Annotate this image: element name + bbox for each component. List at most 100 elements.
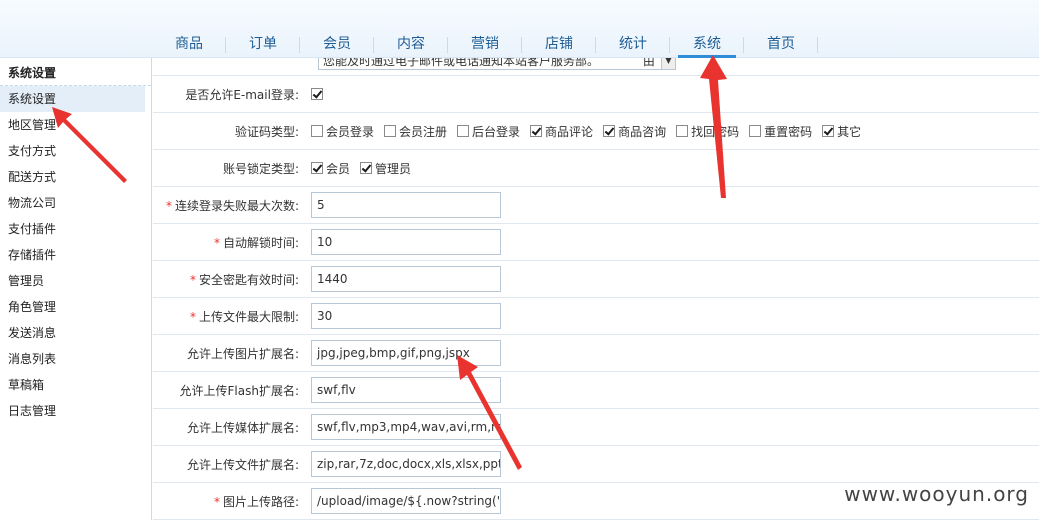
field-label-text: 允许上传媒体扩展名:: [186, 420, 299, 435]
tab-2[interactable]: 会员: [300, 30, 374, 58]
sidebar-item-4[interactable]: 物流公司: [0, 190, 151, 216]
tab-7[interactable]: 系统: [670, 30, 744, 58]
email-login-checkbox[interactable]: [311, 88, 323, 100]
tab-separator: [817, 37, 818, 53]
checkbox[interactable]: [603, 125, 616, 137]
sidebar-item-1[interactable]: 地区管理: [0, 112, 151, 138]
sidebar: 系统设置 系统设置 地区管理 支付方式 配送方式 物流公司 支付插件 存储插件 管理员 角色管理…: [0, 58, 152, 520]
form-row-input: * 自动解锁时间: 10: [153, 224, 1039, 261]
field-label: 允许上传文件扩展名:: [153, 456, 311, 473]
checkbox[interactable]: [822, 125, 835, 137]
field-label: 允许上传Flash扩展名:: [153, 382, 311, 399]
required-mark: *: [213, 494, 220, 509]
form-row-email-login: 是否允许E-mail登录:: [153, 76, 1039, 113]
field-label-text: 允许上传Flash扩展名:: [179, 383, 300, 398]
text-input[interactable]: 5: [311, 192, 501, 218]
sidebar-item-3[interactable]: 配送方式: [0, 164, 151, 190]
form-row-input: * 连续登录失败最大次数: 5: [153, 187, 1039, 224]
field-label: * 图片上传路径:: [153, 493, 311, 510]
form-row-cut-select: 您能及时通过电子邮件或电话通知本站客户服务部。 由 ▼: [153, 58, 1039, 76]
settings-form: 您能及时通过电子邮件或电话通知本站客户服务部。 由 ▼ 是否允许E-mail登录…: [153, 58, 1039, 520]
checkbox[interactable]: [311, 162, 323, 174]
text-input[interactable]: 10: [311, 229, 501, 255]
sidebar-item-5[interactable]: 支付插件: [0, 216, 151, 242]
tab-1[interactable]: 订单: [226, 30, 300, 58]
form-row-input: 允许上传文件扩展名: zip,rar,7z,doc,docx,xls,xlsx,p…: [153, 446, 1039, 483]
checkbox[interactable]: [749, 125, 762, 137]
field-label-text: 图片上传路径:: [222, 494, 299, 509]
checkbox[interactable]: [360, 162, 373, 174]
field-label: 允许上传图片扩展名:: [153, 345, 311, 362]
tab-label: 统计: [619, 36, 647, 52]
sidebar-item-11[interactable]: 草稿箱: [0, 372, 151, 398]
checkbox[interactable]: [530, 125, 543, 137]
nav-tabs: 商品 订单 会员 内容 营销 店铺 统计 系统 首页: [152, 30, 818, 58]
form-row-lock-type: 账号锁定类型: 会员 管理员: [153, 150, 1039, 187]
checkbox-label: 其它: [837, 124, 862, 139]
tab-label: 系统: [693, 36, 721, 52]
watermark: www.wooyun.org: [844, 482, 1029, 506]
field-label-text: 安全密匙有效时间:: [198, 272, 299, 287]
sidebar-item-10[interactable]: 消息列表: [0, 346, 151, 372]
checkbox-label: 商品咨询: [618, 124, 667, 139]
required-mark: *: [165, 198, 172, 213]
sidebar-menu: 系统设置 地区管理 支付方式 配送方式 物流公司 支付插件 存储插件 管理员 角色管理 发送消息消…: [0, 86, 151, 424]
field-label: 允许上传媒体扩展名:: [153, 419, 311, 436]
text-input[interactable]: /upload/image/${.now?string('yyyy')}: [311, 488, 501, 514]
form-row-input: 允许上传媒体扩展名: swf,flv,mp3,mp4,wav,avi,rm,rmv…: [153, 409, 1039, 446]
truncated-select-text: 您能及时通过电子邮件或电话通知本站客户服务部。: [323, 58, 600, 68]
text-input[interactable]: swf,flv,mp3,mp4,wav,avi,rm,rmvb: [311, 414, 501, 440]
truncated-select[interactable]: 您能及时通过电子邮件或电话通知本站客户服务部。 由 ▼: [318, 58, 676, 70]
field-label-text: 上传文件最大限制:: [198, 309, 299, 324]
required-mark: *: [189, 309, 196, 324]
checkbox-label: 重置密码: [764, 124, 813, 139]
tab-label: 会员: [323, 36, 351, 52]
required-mark: *: [213, 235, 220, 250]
field-label: 账号锁定类型:: [222, 161, 299, 176]
sidebar-item-2[interactable]: 支付方式: [0, 138, 151, 164]
tab-4[interactable]: 营销: [448, 30, 522, 58]
field-label-text: 自动解锁时间:: [222, 235, 299, 250]
text-input[interactable]: zip,rar,7z,doc,docx,xls,xlsx,ppt: [311, 451, 501, 477]
sidebar-item-6[interactable]: 存储插件: [0, 242, 151, 268]
field-label: * 上传文件最大限制:: [153, 308, 311, 325]
field-label: * 安全密匙有效时间:: [153, 271, 311, 288]
sidebar-item-9[interactable]: 发送消息: [0, 320, 151, 346]
field-label-text: 连续登录失败最大次数:: [174, 198, 299, 213]
tab-8[interactable]: 首页: [744, 30, 818, 58]
text-input[interactable]: 30: [311, 303, 501, 329]
captcha-options: 会员登录 会员注册 后台登录 商品评论 商品咨询 找回密码 重置密码 其它: [311, 123, 871, 140]
checkbox[interactable]: [384, 125, 397, 137]
tab-5[interactable]: 店铺: [522, 30, 596, 58]
checkbox-label: 会员注册: [399, 124, 448, 139]
tab-3[interactable]: 内容: [374, 30, 448, 58]
text-input[interactable]: swf,flv: [311, 377, 501, 403]
field-label: * 连续登录失败最大次数:: [153, 197, 311, 214]
checkbox-label: 会员: [326, 161, 351, 176]
tab-label: 营销: [471, 36, 499, 52]
sidebar-item-12[interactable]: 日志管理: [0, 398, 151, 424]
form-row-input: 允许上传图片扩展名: jpg,jpeg,bmp,gif,png,jspx: [153, 335, 1039, 372]
checkbox[interactable]: [457, 125, 470, 137]
checkbox-label: 会员登录: [326, 124, 375, 139]
lock-type-options: 会员 管理员: [311, 160, 421, 177]
text-input[interactable]: jpg,jpeg,bmp,gif,png,jspx: [311, 340, 501, 366]
sidebar-item-8[interactable]: 角色管理: [0, 294, 151, 320]
field-label: 是否允许E-mail登录:: [185, 87, 299, 102]
tab-label: 订单: [249, 36, 277, 52]
checkbox[interactable]: [676, 125, 689, 137]
sidebar-item-7[interactable]: 管理员: [0, 268, 151, 294]
checkbox-label: 商品评论: [545, 124, 594, 139]
form-row-input: * 上传文件最大限制: 30: [153, 298, 1039, 335]
sidebar-title: 系统设置: [0, 58, 151, 86]
text-input[interactable]: 1440: [311, 266, 501, 292]
sidebar-item-0[interactable]: 系统设置: [0, 86, 145, 112]
field-label-text: 允许上传文件扩展名:: [186, 457, 299, 472]
checkbox-label: 后台登录: [472, 124, 521, 139]
tab-label: 首页: [767, 36, 795, 52]
checkbox[interactable]: [311, 125, 323, 137]
top-navigation: 商品 订单 会员 内容 营销 店铺 统计 系统 首页: [0, 0, 1039, 58]
tab-0[interactable]: 商品: [152, 30, 226, 58]
tab-6[interactable]: 统计: [596, 30, 670, 58]
truncated-select-suffix: 由: [642, 58, 655, 68]
